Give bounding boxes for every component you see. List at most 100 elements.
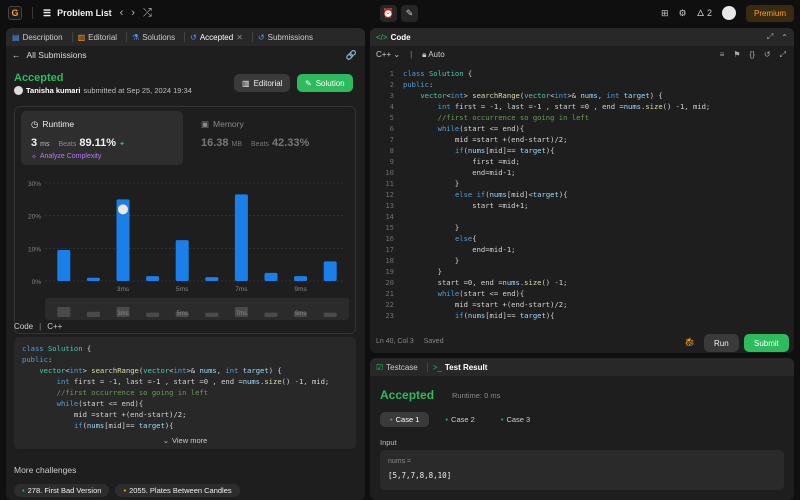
- code-line[interactable]: 22 mid =start +(end-start)/2;: [370, 299, 788, 310]
- code-line[interactable]: 5 //first occurrence so going in left: [370, 112, 788, 123]
- code-line[interactable]: 19 }: [370, 266, 788, 277]
- memory-box[interactable]: ▣ Memory 16.38 MB Beats 42.33%: [197, 111, 347, 165]
- tab-testcase[interactable]: ☑ Testcase: [376, 363, 418, 372]
- debug-icon[interactable]: 🐞︎: [684, 337, 695, 348]
- submit-button[interactable]: Submit: [744, 334, 789, 352]
- solution-button[interactable]: ✎ Solution: [297, 74, 353, 92]
- tab-solutions[interactable]: ⚗ Solutions: [132, 33, 175, 42]
- code-line[interactable]: 6 while(start <= end){: [370, 123, 788, 134]
- code-line[interactable]: 14: [370, 211, 788, 222]
- overview-bar: [205, 312, 219, 317]
- layout-icon[interactable]: ⊞: [661, 8, 669, 19]
- analyze-complexity-link[interactable]: ✧ Analyze Complexity: [31, 153, 101, 161]
- runtime-distribution-chart[interactable]: 30% 20% 10% 0% 3ms 5ms 7ms 9ms 3ms 5ms 7ms 9ms: [15, 171, 355, 331]
- beats-label: Beats: [58, 141, 77, 148]
- tab-description[interactable]: ▤ Description: [12, 33, 63, 42]
- chart-bar: [175, 240, 189, 281]
- reset-icon[interactable]: ↺: [764, 50, 771, 60]
- code-line[interactable]: 4 int first = -1, last =-1 , start =0 , …: [370, 101, 788, 112]
- line-number: 9: [389, 157, 394, 166]
- expand-icon[interactable]: ⤢: [767, 32, 773, 42]
- tab-label: Test Result: [444, 362, 488, 372]
- x-tick-label: 9ms: [294, 286, 307, 293]
- shuffle-icon[interactable]: ⤮: [143, 7, 152, 20]
- test-status: Accepted: [380, 388, 435, 402]
- notes-icon[interactable]: ✎: [401, 5, 418, 22]
- code-line[interactable]: 9 first =mid;: [370, 156, 788, 167]
- username[interactable]: Tanisha kumari: [26, 86, 80, 95]
- save-status: Saved: [423, 338, 444, 345]
- runtime-box[interactable]: ◷ Runtime 3 ms Beats 89.11% ✦ ✧ Analyze Co…: [21, 111, 183, 165]
- close-tab-icon[interactable]: ✕: [236, 33, 243, 42]
- tab-editorial[interactable]: ▥ Editorial: [78, 33, 117, 42]
- tab-submissions[interactable]: ↺ Submissions: [258, 33, 313, 42]
- format-icon[interactable]: ≡: [720, 50, 725, 60]
- case-tab-3[interactable]: • Case 3: [491, 412, 540, 427]
- code-line[interactable]: 23 if(nums[mid]== target){: [370, 310, 788, 321]
- view-more-button[interactable]: ⌄ View more: [14, 431, 356, 449]
- line-text: }: [403, 179, 460, 188]
- avatar[interactable]: [721, 6, 736, 20]
- premium-button[interactable]: Premium: [745, 4, 794, 22]
- tab-accepted[interactable]: ↺ Accepted ✕: [190, 33, 243, 42]
- code-line[interactable]: 11 }: [370, 178, 788, 189]
- pass-dot-icon: •: [500, 415, 504, 424]
- timer-icon[interactable]: ⏰: [380, 5, 397, 22]
- code-line[interactable]: 3 vector<int> searchRange(vector<int>& n…: [370, 90, 788, 101]
- challenge-chip[interactable]: • 278. First Bad Version: [14, 484, 110, 497]
- code-lang-header: Code | C++: [14, 322, 62, 331]
- code-line[interactable]: 20 start =0, end =nums.size() -1;: [370, 277, 788, 288]
- settings-gear-icon[interactable]: ⚙: [679, 8, 687, 19]
- overview-tick-label: 5ms: [177, 311, 188, 317]
- bookmark-icon[interactable]: ⚑: [733, 50, 740, 60]
- code-editor[interactable]: 1 class Solution {2 public: 3 vector<int> s…: [370, 68, 788, 326]
- code-line[interactable]: 18 }: [370, 255, 788, 266]
- auto-mode[interactable]: 🔒︎ Auto: [422, 50, 445, 60]
- code-line[interactable]: 8 if(nums[mid]== target){: [370, 145, 788, 156]
- x-tick-label: 3ms: [117, 286, 130, 293]
- logo-icon[interactable]: G: [8, 6, 22, 20]
- code-line[interactable]: 16 else{: [370, 233, 788, 244]
- code-line[interactable]: 15 }: [370, 222, 788, 233]
- tab-label: Code: [390, 32, 411, 42]
- link-icon[interactable]: 🔗: [346, 50, 357, 61]
- code-line: //first occurrence so going in left: [56, 388, 209, 397]
- tab-code[interactable]: </> Code: [376, 33, 411, 42]
- collapse-icon[interactable]: ⌃: [781, 33, 788, 42]
- problem-list-link[interactable]: ☰ Problem List: [43, 8, 112, 19]
- run-button[interactable]: Run: [704, 334, 739, 352]
- code-line[interactable]: 13 start =mid+1;: [370, 200, 788, 211]
- line-number: 23: [385, 311, 394, 320]
- y-tick-label: 20%: [28, 214, 41, 221]
- code-line[interactable]: 10 end=mid-1;: [370, 167, 788, 178]
- language-select[interactable]: C++ ⌄: [376, 50, 400, 60]
- code-line[interactable]: 1 class Solution {: [370, 68, 788, 79]
- code-line[interactable]: 2 public:: [370, 79, 788, 90]
- back-to-submissions[interactable]: ← All Submissions: [12, 50, 87, 60]
- user-avatar: [14, 86, 23, 95]
- line-number: 13: [385, 201, 394, 210]
- fullscreen-icon[interactable]: ⤢: [780, 50, 786, 60]
- code-line[interactable]: 21 while(start <= end){: [370, 288, 788, 299]
- overview-tick-label: 7ms: [236, 311, 247, 317]
- left-panel: ▤ Description ▥ Editorial ⚗ Solutions ↺ Acce…: [6, 28, 365, 500]
- prev-problem-icon[interactable]: ‹: [120, 7, 124, 19]
- chart-bar: [86, 277, 100, 281]
- code-line[interactable]: 12 else if(nums[mid]<target){: [370, 189, 788, 200]
- streak-counter[interactable]: 🜂 2: [697, 4, 712, 22]
- code-line[interactable]: 17 end=mid-1;: [370, 244, 788, 255]
- editorial-button[interactable]: ▥ Editorial: [234, 74, 291, 92]
- line-number: 8: [389, 146, 394, 155]
- editor-toolbar: C++ ⌄ | 🔒︎ Auto: [376, 50, 445, 60]
- code-line[interactable]: 7 mid =start +(end-start)/2;: [370, 134, 788, 145]
- chip-icon: ▣: [201, 119, 210, 129]
- case-tab-2[interactable]: • Case 2: [435, 412, 484, 427]
- braces-icon[interactable]: {}: [750, 50, 755, 60]
- editor-status-bar: Ln 40, Col 3 Saved: [376, 338, 444, 345]
- tab-test-result[interactable]: >_ Test Result: [433, 363, 488, 372]
- case-tab-1[interactable]: • Case 1: [380, 412, 430, 427]
- line-number: 18: [385, 256, 394, 265]
- next-problem-icon[interactable]: ›: [131, 7, 135, 19]
- challenge-chip[interactable]: • 2055. Plates Between Candles: [115, 484, 240, 497]
- lang-label: C++: [47, 322, 63, 331]
